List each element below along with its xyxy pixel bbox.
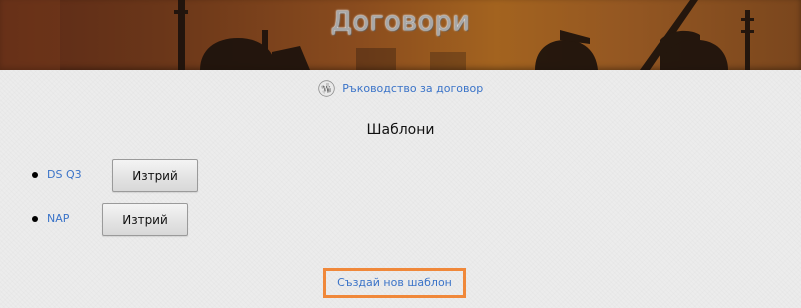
- bullet-icon: [32, 172, 38, 178]
- page: Договори W Ръководство за договор Шаблон…: [0, 0, 801, 308]
- delete-button[interactable]: Изтрий: [112, 159, 198, 192]
- create-template-highlight: Създай нов шаблон: [323, 268, 466, 298]
- template-link[interactable]: NAP: [47, 212, 69, 225]
- bullet-icon: [32, 216, 38, 222]
- delete-button[interactable]: Изтрий: [102, 203, 188, 236]
- create-template-link[interactable]: Създай нов шаблон: [337, 276, 452, 289]
- template-link[interactable]: DS Q3: [47, 168, 82, 181]
- templates-list: DS Q3 Изтрий NAP Изтрий: [0, 0, 801, 308]
